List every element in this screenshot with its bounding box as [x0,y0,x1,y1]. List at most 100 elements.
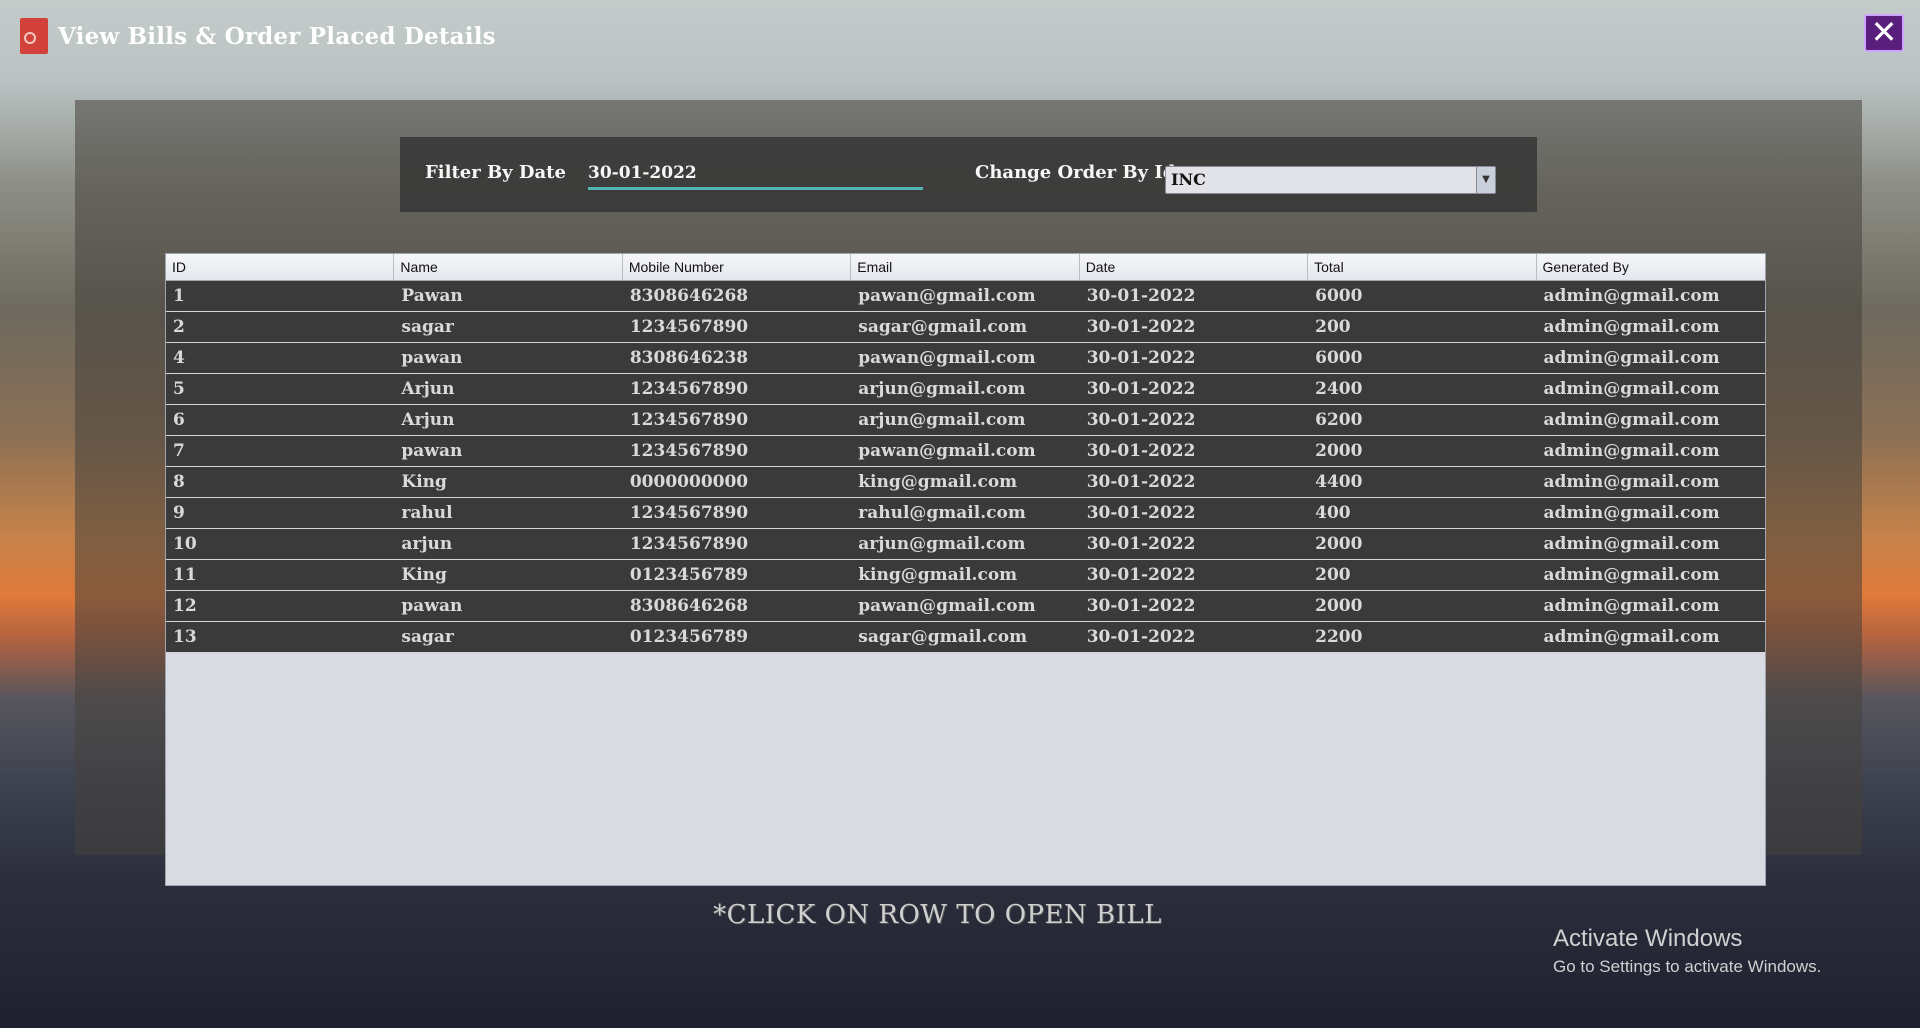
table-cell: 30-01-2022 [1086,441,1196,461]
window-title: View Bills & Order Placed Details [58,22,496,50]
table-cell: 9 [173,503,185,523]
table-cell: 30-01-2022 [1086,472,1196,492]
table-cell: Arjun [401,379,455,399]
table-cell: Pawan [401,286,463,306]
table-row[interactable]: 8 King 0000000000 king@gmail.com 30-01-2022 4… [166,467,1765,498]
table-cell: 7 [173,441,185,461]
table-cell: arjun@gmail.com [858,410,1026,430]
chevron-down-icon[interactable]: ▼ [1476,167,1495,193]
table-body: 1 Pawan 8308646268 pawan@gmail.com 30-01-202… [166,281,1765,653]
table-cell: arjun [401,534,453,554]
table-cell: sagar [401,627,454,647]
table-cell: 0123456789 [629,627,749,647]
table-cell: 6000 [1315,286,1363,306]
table-row[interactable]: 5 Arjun 1234567890 arjun@gmail.com 30-01-202… [166,374,1765,405]
table-cell: king@gmail.com [858,565,1018,585]
table-cell: 6 [173,410,185,430]
table-cell: admin@gmail.com [1543,503,1720,523]
table-cell: pawan@gmail.com [858,596,1036,616]
table-cell: pawan [401,348,463,368]
table-cell: 1 [173,286,185,306]
table-cell: admin@gmail.com [1543,286,1720,306]
bills-table: ID Name Mobile Number Email Date Total Generat… [165,253,1766,886]
table-cell: 2000 [1315,534,1363,554]
column-header[interactable]: Generated By [1537,254,1765,280]
table-cell: pawan@gmail.com [858,348,1036,368]
column-header[interactable]: Mobile Number [623,254,852,280]
table-cell: King [401,565,447,585]
table-cell: 2 [173,317,185,337]
table-row[interactable]: 1 Pawan 8308646268 pawan@gmail.com 30-01-202… [166,281,1765,312]
order-by-select[interactable]: INC ▼ [1165,166,1496,194]
table-cell: Arjun [401,410,455,430]
main-panel: Filter By Date Change Order By Id INC ▼ … [75,100,1862,886]
table-cell: King [401,472,447,492]
table-row[interactable]: 11 King 0123456789 king@gmail.com 30-01-2022… [166,560,1765,591]
table-cell: arjun@gmail.com [858,534,1026,554]
table-cell: admin@gmail.com [1543,317,1720,337]
table-cell: 0000000000 [629,472,749,492]
close-button[interactable]: ✕ [1864,14,1904,52]
table-cell: 30-01-2022 [1086,596,1196,616]
table-cell: 1234567890 [629,410,749,430]
table-cell: 200 [1315,317,1351,337]
table-cell: king@gmail.com [858,472,1018,492]
table-cell: 2000 [1315,441,1363,461]
table-cell: rahul@gmail.com [858,503,1026,523]
table-cell: 30-01-2022 [1086,627,1196,647]
table-row[interactable]: 6 Arjun 1234567890 arjun@gmail.com 30-01-202… [166,405,1765,436]
table-cell: rahul [401,503,453,523]
table-cell: 13 [173,627,197,647]
table-cell: 30-01-2022 [1086,379,1196,399]
filter-date-input[interactable] [588,159,923,190]
table-cell: 8308646238 [629,348,749,368]
table-cell: 30-01-2022 [1086,410,1196,430]
table-cell: 5 [173,379,185,399]
table-cell: arjun@gmail.com [858,379,1026,399]
table-cell: 1234567890 [629,503,749,523]
column-header[interactable]: Date [1080,254,1309,280]
bill-icon [20,18,48,54]
table-cell: 1234567890 [629,534,749,554]
table-cell: pawan [401,441,463,461]
table-header: ID Name Mobile Number Email Date Total Generat… [166,254,1765,281]
table-cell: admin@gmail.com [1543,410,1720,430]
table-cell: 10 [173,534,197,554]
table-cell: 12 [173,596,197,616]
table-row[interactable]: 12 pawan 8308646268 pawan@gmail.com 30-01-20… [166,591,1765,622]
order-by-label: Change Order By Id [975,162,1176,183]
table-cell: sagar [401,317,454,337]
filter-bar: Filter By Date Change Order By Id INC ▼ [400,137,1537,212]
table-cell: 8308646268 [629,596,749,616]
table-row[interactable]: 9 rahul 1234567890 rahul@gmail.com 30-01-202… [166,498,1765,529]
table-cell: 6200 [1315,410,1363,430]
table-row[interactable]: 4 pawan 8308646238 pawan@gmail.com 30-01-202… [166,343,1765,374]
column-header[interactable]: Total [1308,254,1537,280]
table-cell: admin@gmail.com [1543,441,1720,461]
column-header[interactable]: Name [394,254,623,280]
table-row[interactable]: 13 sagar 0123456789 sagar@gmail.com 30-01-20… [166,622,1765,653]
table-cell: sagar@gmail.com [858,627,1028,647]
table-cell: admin@gmail.com [1543,472,1720,492]
column-header[interactable]: Email [851,254,1080,280]
table-cell: 4400 [1315,472,1363,492]
column-header[interactable]: ID [166,254,395,280]
table-cell: 30-01-2022 [1086,503,1196,523]
table-cell: 30-01-2022 [1086,286,1196,306]
table-cell: pawan [401,596,463,616]
table-cell: admin@gmail.com [1543,379,1720,399]
table-row[interactable]: 2 sagar 1234567890 sagar@gmail.com 30-01-202… [166,312,1765,343]
table-cell: admin@gmail.com [1543,565,1720,585]
table-cell: 4 [173,348,185,368]
table-cell: 6000 [1315,348,1363,368]
table-cell: 1234567890 [629,379,749,399]
table-cell: 8308646268 [629,286,749,306]
table-cell: admin@gmail.com [1543,534,1720,554]
table-cell: 1234567890 [629,441,749,461]
table-cell: 30-01-2022 [1086,534,1196,554]
table-cell: 30-01-2022 [1086,317,1196,337]
table-row[interactable]: 7 pawan 1234567890 pawan@gmail.com 30-01-202… [166,436,1765,467]
table-row[interactable]: 10 arjun 1234567890 arjun@gmail.com 30-01-20… [166,529,1765,560]
table-cell: 2400 [1315,379,1363,399]
table-cell: sagar@gmail.com [858,317,1028,337]
